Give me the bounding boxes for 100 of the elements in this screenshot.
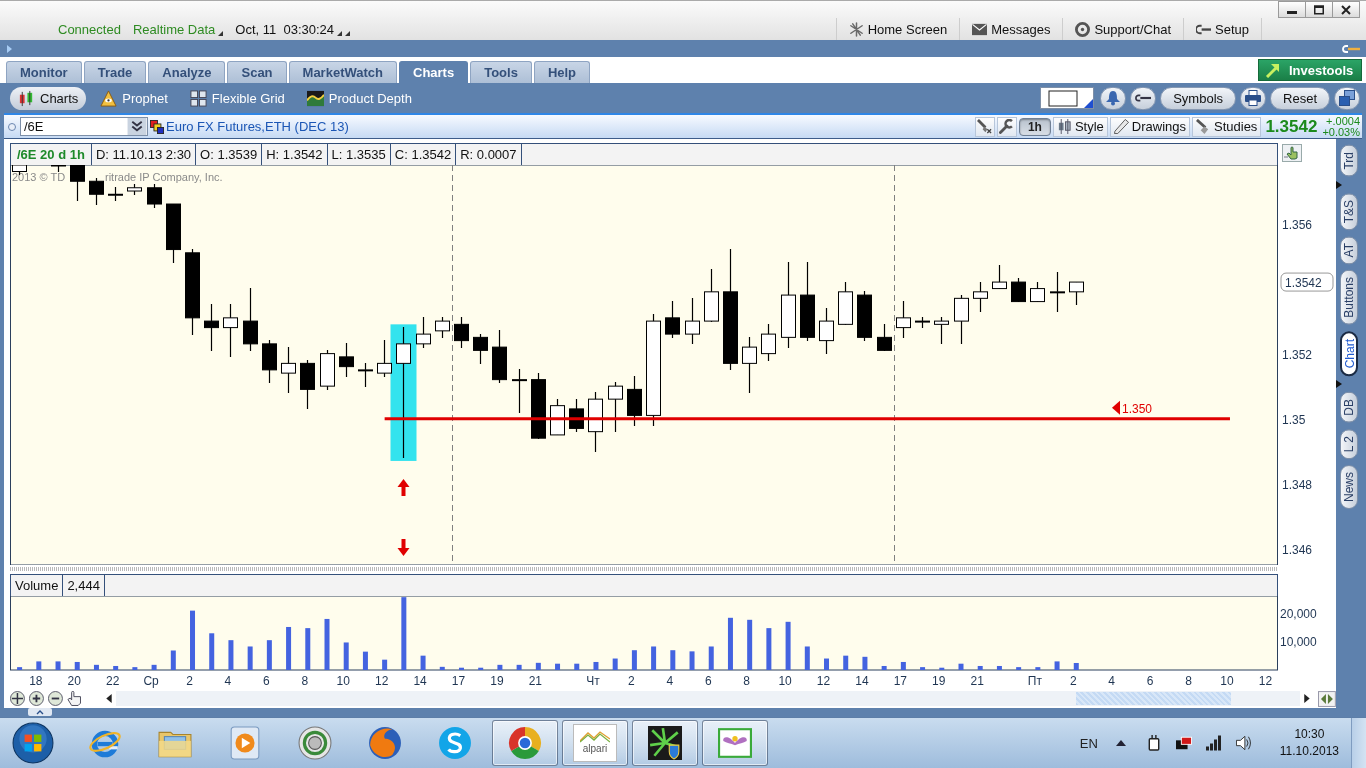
sub-tab[interactable]: Flexible Grid bbox=[181, 86, 293, 110]
volume-bar bbox=[631, 650, 637, 670]
swatch-icon[interactable] bbox=[1040, 87, 1095, 109]
circle-icon[interactable] bbox=[8, 122, 16, 131]
settings-button[interactable] bbox=[996, 116, 1017, 137]
sub-tab[interactable]: Charts bbox=[10, 86, 87, 110]
speaker-icon[interactable] bbox=[1235, 735, 1252, 751]
corner-triangle-icon[interactable] bbox=[218, 31, 224, 36]
minimize-button[interactable] bbox=[1278, 1, 1306, 18]
right-arrow-icon[interactable] bbox=[1304, 694, 1311, 703]
volume-bar bbox=[305, 628, 311, 670]
candle bbox=[1011, 277, 1026, 303]
volume-bar bbox=[1054, 661, 1060, 670]
left-arrow-icon[interactable] bbox=[105, 694, 112, 703]
side-tab[interactable]: Chart bbox=[1340, 331, 1358, 377]
axis-label: 2 bbox=[1069, 674, 1077, 688]
clock-date[interactable]: 11.10.2013 bbox=[1279, 743, 1339, 760]
axis-label: 12 bbox=[816, 674, 831, 688]
wrench-icon bbox=[999, 119, 1015, 134]
cursor-button[interactable] bbox=[1282, 143, 1304, 163]
side-tab[interactable]: L 2 bbox=[1340, 429, 1358, 460]
main-tab[interactable]: Monitor bbox=[6, 61, 82, 83]
axis-label: 17 bbox=[893, 674, 908, 688]
side-tab[interactable]: News bbox=[1340, 465, 1358, 510]
tool-button[interactable] bbox=[974, 116, 995, 137]
key-button[interactable] bbox=[1130, 86, 1157, 110]
axis-label: 19 bbox=[932, 674, 946, 688]
axis-label: 1.352 bbox=[1282, 347, 1313, 362]
side-tab[interactable]: DB bbox=[1340, 392, 1358, 424]
investools-button[interactable]: Investools bbox=[1258, 59, 1362, 81]
clock-time[interactable]: 10:30 bbox=[1294, 726, 1325, 743]
main-tab[interactable]: Charts bbox=[399, 61, 469, 83]
zoom-in-icon[interactable] bbox=[28, 691, 44, 706]
maximize-button[interactable] bbox=[1305, 1, 1333, 18]
level-label: 1.350 bbox=[1121, 401, 1152, 416]
zoom-out-icon[interactable] bbox=[47, 691, 63, 706]
axis-label: 4 bbox=[666, 674, 674, 688]
squares-icon[interactable] bbox=[150, 119, 164, 134]
volume-bar bbox=[55, 661, 61, 670]
sub-tab[interactable]: Prophet bbox=[92, 86, 176, 110]
candle bbox=[70, 165, 85, 202]
close-button[interactable] bbox=[1332, 1, 1360, 18]
main-tab[interactable]: MarketWatch bbox=[288, 61, 397, 83]
main-tab[interactable]: Scan bbox=[227, 61, 287, 83]
main-tab[interactable]: Help bbox=[533, 61, 591, 83]
volume-bar bbox=[708, 646, 714, 670]
symbols-button[interactable]: Symbols bbox=[1160, 86, 1237, 110]
collapse-icon[interactable] bbox=[28, 708, 52, 716]
monitor-icon[interactable] bbox=[1175, 735, 1192, 751]
key-icon[interactable] bbox=[1342, 44, 1360, 53]
signal-icon[interactable] bbox=[1205, 735, 1222, 751]
candles-icon bbox=[1056, 119, 1072, 134]
print-button[interactable] bbox=[1240, 86, 1267, 110]
volume-bar bbox=[190, 610, 195, 670]
main-tab[interactable]: Analyze bbox=[148, 61, 226, 83]
axis-label: 20,000 bbox=[1280, 606, 1317, 621]
alerts-button[interactable] bbox=[1100, 86, 1127, 110]
crosshair-icon[interactable] bbox=[10, 691, 25, 706]
price-change: +.0004 bbox=[1326, 115, 1360, 127]
tool-button[interactable]: Studies bbox=[1192, 116, 1262, 137]
taskbar-button[interactable]: alpari bbox=[562, 720, 628, 766]
taskbar-button[interactable] bbox=[632, 720, 698, 766]
candle bbox=[761, 323, 776, 362]
hand-icon[interactable] bbox=[66, 691, 82, 706]
arrow-icon bbox=[1265, 62, 1281, 78]
double-chevron-icon[interactable] bbox=[127, 118, 147, 135]
volume-bar bbox=[727, 617, 733, 670]
main-tab[interactable]: Tools bbox=[470, 61, 532, 83]
candle bbox=[819, 307, 834, 355]
axis-label: 1.35 bbox=[1282, 412, 1306, 427]
reset-button[interactable]: Reset bbox=[1270, 86, 1330, 110]
side-tab[interactable]: Trd bbox=[1340, 145, 1358, 177]
axis-label: 14 bbox=[855, 674, 869, 688]
volume-bar bbox=[804, 646, 810, 670]
scrollbar[interactable] bbox=[115, 691, 1301, 706]
symbol-field[interactable]: /6E bbox=[20, 117, 148, 136]
orb-icon[interactable] bbox=[12, 722, 54, 764]
side-tab[interactable]: Buttons bbox=[1340, 270, 1358, 326]
side-tab[interactable]: AT bbox=[1340, 235, 1358, 265]
show-hidden-icon[interactable] bbox=[1115, 740, 1126, 746]
scroll-thumb[interactable] bbox=[1075, 692, 1231, 705]
candle bbox=[992, 264, 1007, 290]
volume-bar bbox=[420, 655, 426, 670]
language-indicator[interactable]: EN bbox=[1079, 735, 1098, 751]
data-feed-status[interactable]: Realtime Data bbox=[132, 21, 216, 37]
sub-tab[interactable]: Product Depth bbox=[298, 86, 420, 110]
restore-button[interactable] bbox=[1334, 86, 1360, 110]
axis-label: 10 bbox=[1220, 674, 1234, 688]
candle bbox=[223, 303, 238, 358]
tool-button[interactable]: Style bbox=[1052, 116, 1108, 137]
main-tab[interactable]: Trade bbox=[83, 61, 147, 83]
tool-button[interactable]: Drawings bbox=[1109, 116, 1190, 137]
candle bbox=[127, 183, 142, 196]
side-tab[interactable]: T&S bbox=[1340, 192, 1358, 230]
interval-button[interactable]: 1h bbox=[1018, 117, 1051, 136]
windows-icon bbox=[1339, 90, 1355, 106]
candle bbox=[915, 316, 930, 329]
candle bbox=[166, 203, 181, 264]
candle bbox=[339, 342, 354, 378]
volume-bar bbox=[555, 663, 561, 670]
